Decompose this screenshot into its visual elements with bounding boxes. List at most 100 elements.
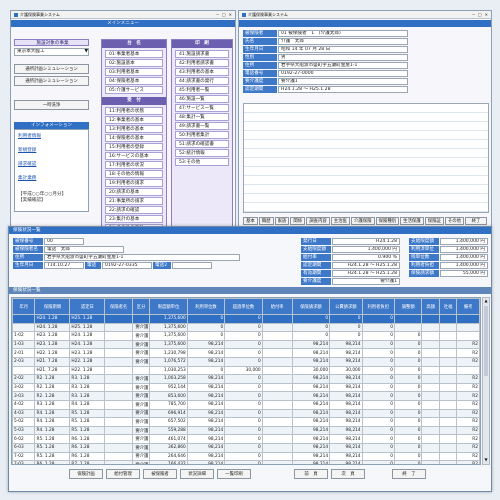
profile-tab-0[interactable]: 基本	[243, 217, 258, 225]
table-row[interactable]: 7-02 R5. 1.28 R6. 1.28 要介護 264,646 98,214 0 98,…	[12, 451, 480, 462]
column-header[interactable]: 公費請求額	[329, 298, 363, 315]
column-header[interactable]: 認定日	[69, 298, 106, 315]
menu-item-col2-8[interactable]: 49:請求書一覧	[175, 122, 229, 130]
table-row[interactable]: 3-03 R2. 1.28 R3. 1.28 要介護 853,600 98,214 0 98,…	[12, 391, 480, 401]
menu-item-col1-4[interactable]: 05:介護サービス	[105, 86, 163, 94]
minimize-icon[interactable]: ─	[472, 12, 474, 17]
menu-item-col1b-7[interactable]: 18:その他の情報	[105, 170, 163, 178]
menu-item-col2-2[interactable]: 43:利用者の基本	[175, 68, 229, 76]
column-header[interactable]: 利用単位数	[186, 298, 226, 315]
summary-right-value[interactable]: 1,400,000 円	[440, 254, 488, 261]
table-row[interactable]: 5-02 R4. 1.28 R5. 1.28 要介護 657,502 98,214 0 98,…	[12, 417, 480, 427]
toolbar-button-3[interactable]: 状況詳細	[180, 469, 214, 479]
summary-right-value[interactable]: 1,400,000 円	[440, 246, 488, 253]
table-row[interactable]: 3-02 R2. 1.28 R3. 1.28 要介護 952,144 98,214 0 98,…	[12, 382, 480, 393]
menu-item-col1b-6[interactable]: 17:利用者の状況	[105, 161, 163, 169]
summary-mid-value[interactable]: 0.900 %	[332, 254, 400, 261]
menu-item-col1b-11[interactable]: 22:請求の確認	[105, 206, 163, 214]
menu-item-col2-5[interactable]: 46:施設一覧	[175, 95, 229, 103]
table-row[interactable]: 4-02 R3. 1.28 R4. 1.28 要介護 785,700 98,214 0 98,…	[12, 399, 480, 410]
simulation-button-1[interactable]: 通所計画シミュレーション	[14, 64, 89, 74]
office-select[interactable]: 東京本大臨工 ▼	[14, 48, 89, 56]
scroll-thumb[interactable]	[484, 306, 488, 376]
table-row[interactable]: 7-03R6. 1.28R7. 1.28要介護166,43298,214098,…	[12, 460, 480, 464]
menu-item-col1b-5[interactable]: 16:サービスの基本	[105, 152, 163, 160]
menu-item-col1b-1[interactable]: 12:事業者の基本	[105, 116, 163, 124]
toolbar-button-1[interactable]: 給付管理	[106, 469, 140, 479]
summary-right-value[interactable]: 1,400,000 円	[440, 238, 488, 245]
column-header[interactable]: 給付率	[261, 298, 293, 315]
simulation-button-2[interactable]: 通所計画シミュレーション	[14, 76, 89, 86]
table-row[interactable]: H21. 7.28 H22. 1.28 1,030,253 0 30,000 30,000…	[12, 365, 480, 376]
menu-item-col1b-2[interactable]: 13:利用者の基本	[105, 125, 163, 133]
profile-field-value[interactable]: 0192-27-0000	[278, 70, 408, 77]
table-row[interactable]: 2-02 R2. 1.28 R3. 1.28 要介護 1,003,258 98,214 0 9…	[12, 374, 480, 384]
menu-item-col2-6[interactable]: 47:サービス一覧	[175, 104, 229, 112]
toolbar-button-7[interactable]: 終 了	[392, 469, 426, 479]
profile-close-button[interactable]: 終了	[465, 217, 487, 225]
info-link-1[interactable]: 利用者情報	[18, 133, 85, 141]
maximize-icon[interactable]: □	[222, 12, 226, 17]
minimize-icon[interactable]: ─	[216, 12, 218, 17]
table-row[interactable]: 6-03 R5. 1.28 R6. 1.28 要介護 362,860 98,214 0 98,…	[12, 442, 480, 453]
profile-field-value[interactable]: 男	[278, 54, 408, 61]
column-header[interactable]: 保険者名	[104, 298, 133, 315]
column-header[interactable]: 調整額	[393, 298, 423, 315]
scroll-down-icon[interactable]: ▼	[483, 457, 489, 464]
info-link-3[interactable]: 請求確認	[18, 161, 85, 169]
info-link-4[interactable]: 集計業務	[18, 175, 85, 183]
menu-item-col2-9[interactable]: 50:利用者集計	[175, 131, 229, 139]
menu-item-col1-2[interactable]: 03:利用者基本	[105, 68, 163, 76]
menu-item-col2-10[interactable]: 51:請求の確認書	[175, 140, 229, 148]
tel2-field[interactable]	[172, 262, 212, 269]
menu-item-col2-3[interactable]: 44:請求書の発行	[175, 77, 229, 85]
id-field[interactable]: 00	[44, 238, 84, 245]
table-row[interactable]: 2-03 H21. 7.28 H22. 1.28 要介護 1,076,572 98,214…	[12, 356, 480, 367]
maximize-icon[interactable]: □	[478, 12, 482, 17]
menu-item-col2-11[interactable]: 52:統計情報	[175, 149, 229, 157]
menu-item-col2-4[interactable]: 45:利用者一覧	[175, 86, 229, 94]
toolbar-button-4[interactable]: 一覧印刷	[217, 469, 251, 479]
menu-item-col1b-3[interactable]: 14:保険者の基本	[105, 134, 163, 142]
scroll-up-icon[interactable]: ▲	[483, 298, 489, 305]
summary-mid-value[interactable]: H24.1.28 〜 H25.1.28	[332, 262, 400, 269]
toolbar-button-0[interactable]: 保険計画	[69, 469, 103, 479]
profile-tab-10[interactable]: その他	[444, 217, 465, 225]
profile-tab-5[interactable]: 主治医	[330, 217, 350, 225]
column-header[interactable]: 社福	[438, 298, 458, 315]
summary-right-value[interactable]: 1,400,000 円	[440, 262, 488, 269]
profile-tab-8[interactable]: 生活保護	[400, 217, 424, 225]
profile-field-value[interactable]: H24.1.28 〜 H25.1.28	[278, 86, 408, 93]
profile-field-value[interactable]: 01 被保険者 1 (介護太郎)	[278, 30, 408, 37]
close-icon[interactable]: ✕	[229, 12, 232, 17]
table-row[interactable]: 1-02 H23. 1.28 H24. 1.28 要介護 1,375,600 0 0 0 0 0 0	[12, 331, 480, 341]
table-row[interactable]: 6-02 R5. 1.28 R6. 1.28 要介護 461,074 98,214 0 98,…	[12, 434, 480, 444]
summary-mid-value[interactable]: H24.1.28 〜 H25.1.28	[332, 270, 400, 277]
table-row[interactable]: 4-03 R4. 1.28 R5. 1.28 要介護 696,914 98,214 0 98,…	[12, 408, 480, 419]
menu-item-col1b-10[interactable]: 21:事業所の請求	[105, 197, 163, 205]
profile-field-value[interactable]: 岩手県大船渡市盛町宇五瀬町金屋1-1	[278, 62, 408, 69]
profile-tab-7[interactable]: 保険種別	[375, 217, 400, 225]
summary-mid-value[interactable]: 要介護1	[332, 278, 400, 285]
profile-field-value[interactable]: 要介護1	[278, 78, 408, 85]
menu-item-col1b-0[interactable]: 11:利用者の状態	[105, 107, 163, 115]
profile-tab-2[interactable]: 家族	[274, 217, 290, 225]
table-row[interactable]: H24. 1.28 H25. 1.28 要介護 1,375,600 0 0 0 0 0	[12, 322, 480, 333]
addr-field[interactable]: 岩手県大船渡市盛町宇五瀬町金屋1-1	[44, 254, 240, 261]
menu-item-col2-12[interactable]: 53:その他	[175, 158, 229, 166]
profile-tab-3[interactable]: 関係	[290, 217, 306, 225]
menu-item-col1-3[interactable]: 04:保険者基本	[105, 77, 163, 85]
summary-mid-value[interactable]: 1,400,000 円	[332, 246, 400, 253]
name-field[interactable]: 電話 太郎	[44, 246, 124, 253]
menu-item-col1-0[interactable]: 01:事業者基本	[105, 50, 163, 58]
toolbar-button-2[interactable]: 被保険者	[143, 469, 177, 479]
column-header[interactable]: 年月	[12, 298, 36, 315]
menu-item-col1b-9[interactable]: 20:請求の基本	[105, 188, 163, 196]
temp-clean-button[interactable]: 一時洗浄	[14, 100, 89, 110]
column-header[interactable]: 保険期間	[34, 298, 71, 315]
profile-field-value[interactable]: 昭和 14 年 07 月 28 日	[278, 46, 408, 53]
column-header[interactable]: 区分	[131, 298, 151, 315]
profile-tab-6[interactable]: 介護保険	[350, 217, 375, 225]
summary-right-value[interactable]: 55,000 円	[440, 270, 488, 277]
table-row[interactable]: 2-01 H22. 1.28 H23. 1.28 要介護 1,230,798 98,214…	[12, 348, 480, 358]
